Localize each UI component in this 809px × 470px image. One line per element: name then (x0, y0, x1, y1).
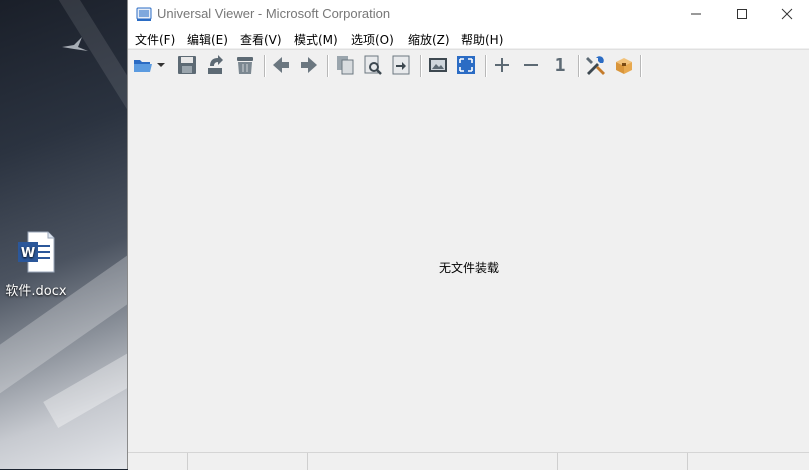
open-folder-icon (134, 60, 152, 72)
original-size-icon: 1 (554, 54, 566, 76)
open-button[interactable] (131, 53, 155, 77)
desktop-background: W 软件.docx (0, 0, 127, 469)
delete-button[interactable] (233, 53, 257, 77)
zoom-in-button[interactable] (490, 53, 514, 77)
no-file-message: 无文件装载 (439, 261, 500, 275)
open-dropdown-button[interactable] (155, 53, 167, 77)
zoom-out-button[interactable] (519, 53, 543, 77)
zoom-in-icon (495, 58, 509, 72)
viewer-area[interactable]: 无文件装载 (128, 81, 809, 452)
zoom-out-icon (524, 64, 538, 66)
close-icon (781, 8, 793, 20)
word-document-icon: W (18, 231, 55, 273)
toolbar-separator (420, 55, 422, 77)
forward-icon (301, 57, 317, 73)
tools-button[interactable] (583, 53, 607, 77)
desktop-file-label: 软件.docx (5, 284, 67, 299)
app-icon (136, 7, 152, 21)
status-panel (187, 453, 308, 470)
minimize-icon (691, 13, 701, 15)
fullscreen-icon (457, 56, 475, 74)
goto-button[interactable] (389, 53, 413, 77)
original-size-button[interactable]: 1 (548, 53, 572, 77)
maximize-icon (737, 9, 747, 19)
desktop-file-icon[interactable]: W 软件.docx (4, 230, 68, 299)
save-button[interactable] (175, 53, 199, 77)
back-icon (273, 57, 289, 73)
forward-button[interactable] (297, 53, 321, 77)
menu-help[interactable]: 帮助(H) (461, 31, 503, 48)
image-view-button[interactable] (426, 53, 450, 77)
menu-bar: 文件(F) 编辑(E) 查看(V) 模式(M) 选项(O) 缩放(Z) 帮助(H… (128, 28, 809, 48)
toolbar-separator (264, 55, 266, 77)
status-panel (307, 453, 558, 470)
find-icon (364, 55, 382, 75)
close-button[interactable] (764, 0, 809, 28)
menu-edit[interactable]: 编辑(E) (187, 31, 228, 48)
menu-mode[interactable]: 模式(M) (294, 31, 338, 48)
status-panel (557, 453, 688, 470)
goto-icon (392, 55, 410, 75)
toolbar-separator (578, 55, 580, 77)
find-button[interactable] (361, 53, 385, 77)
menu-zoom[interactable]: 缩放(Z) (408, 31, 450, 48)
maximize-button[interactable] (719, 0, 765, 28)
minimize-button[interactable] (673, 0, 719, 28)
wallpaper-bird (62, 37, 88, 51)
copy-icon (337, 56, 354, 75)
copy-button[interactable] (333, 53, 357, 77)
save-icon (178, 56, 196, 74)
wallpaper-streak (49, 0, 127, 122)
menu-view[interactable]: 查看(V) (240, 31, 282, 48)
plugins-button[interactable] (612, 53, 636, 77)
app-window: Universal Viewer - Microsoft Corporation… (127, 0, 809, 470)
reload-button[interactable] (203, 53, 227, 77)
reload-icon (208, 55, 223, 74)
dropdown-arrow-icon (157, 63, 165, 67)
svg-text:W: W (21, 246, 35, 261)
fullscreen-button[interactable] (454, 53, 478, 77)
toolbar-separator (327, 55, 329, 77)
back-button[interactable] (269, 53, 293, 77)
status-panel (687, 453, 808, 470)
toolbar-separator (640, 55, 642, 77)
tools-icon (586, 56, 605, 75)
delete-icon (237, 57, 253, 74)
toolbar-separator (485, 55, 487, 77)
menu-file[interactable]: 文件(F) (135, 31, 175, 48)
toolbar: 1 (128, 49, 809, 82)
title-bar[interactable]: Universal Viewer - Microsoft Corporation (128, 0, 809, 28)
plugins-icon (616, 58, 632, 74)
status-bar (128, 452, 809, 470)
image-icon (429, 58, 447, 72)
menu-options[interactable]: 选项(O) (351, 31, 394, 48)
window-title: Universal Viewer - Microsoft Corporation (157, 6, 391, 21)
